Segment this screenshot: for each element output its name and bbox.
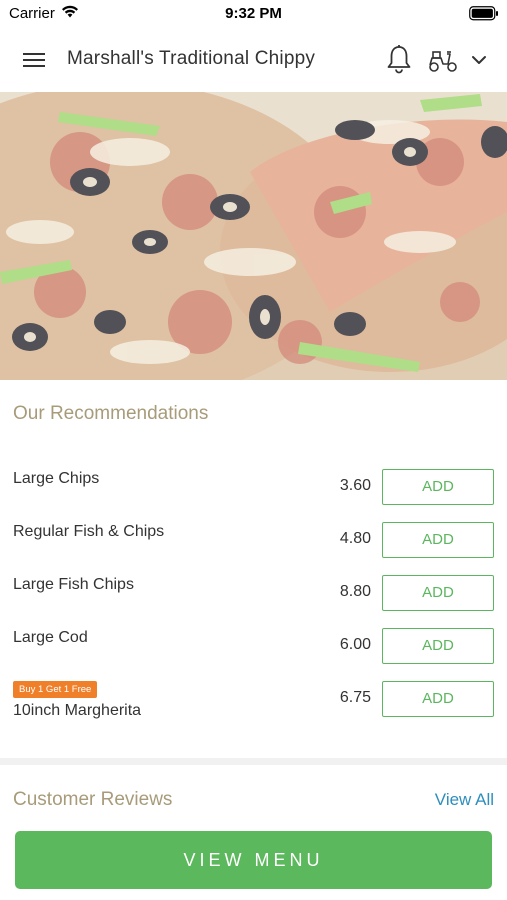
item-name: Large Cod <box>13 629 88 646</box>
item-name: 10inch Margherita <box>13 702 142 719</box>
list-item: Regular Fish & Chips 4.80 ADD <box>0 521 507 571</box>
list-item: Large Cod 6.00 ADD <box>0 627 507 677</box>
item-price: 4.80 <box>339 530 371 547</box>
chevron-down-icon[interactable] <box>470 51 488 69</box>
add-button[interactable]: ADD <box>382 469 494 505</box>
menu-icon[interactable] <box>22 50 46 70</box>
restaurant-title: Marshall's Traditional Chippy <box>67 48 316 69</box>
view-all-link[interactable]: View All <box>435 790 494 810</box>
promo-badge: Buy 1 Get 1 Free <box>13 681 98 698</box>
item-price: 3.60 <box>339 477 371 494</box>
add-button[interactable]: ADD <box>382 522 494 558</box>
reviews-title: Customer Reviews <box>13 789 173 810</box>
status-time: 9:32 PM <box>225 5 282 22</box>
item-price: 6.75 <box>339 689 371 706</box>
status-bar: Carrier 9:32 PM <box>0 0 507 28</box>
item-name: Regular Fish & Chips <box>13 523 165 540</box>
recommendations-title: Our Recommendations <box>13 403 209 424</box>
list-item: Large Chips 3.60 ADD <box>0 468 507 518</box>
list-item: Buy 1 Get 1 Free 10inch Margherita 6.75 … <box>0 681 507 737</box>
hero-pizza-image <box>0 92 507 380</box>
item-name: Large Chips <box>13 470 100 487</box>
add-button[interactable]: ADD <box>382 681 494 717</box>
app-header: Marshall's Traditional Chippy <box>0 28 507 92</box>
scooter-icon[interactable] <box>427 47 459 73</box>
add-button[interactable]: ADD <box>382 628 494 664</box>
section-divider <box>0 758 507 765</box>
item-name: Large Fish Chips <box>13 576 134 593</box>
item-price: 8.80 <box>339 583 371 600</box>
item-price: 6.00 <box>339 636 371 653</box>
view-menu-button[interactable]: VIEW MENU <box>15 831 492 889</box>
bell-icon[interactable] <box>386 44 412 74</box>
battery-icon <box>469 6 499 26</box>
list-item: Large Fish Chips 8.80 ADD <box>0 574 507 624</box>
add-button[interactable]: ADD <box>382 575 494 611</box>
